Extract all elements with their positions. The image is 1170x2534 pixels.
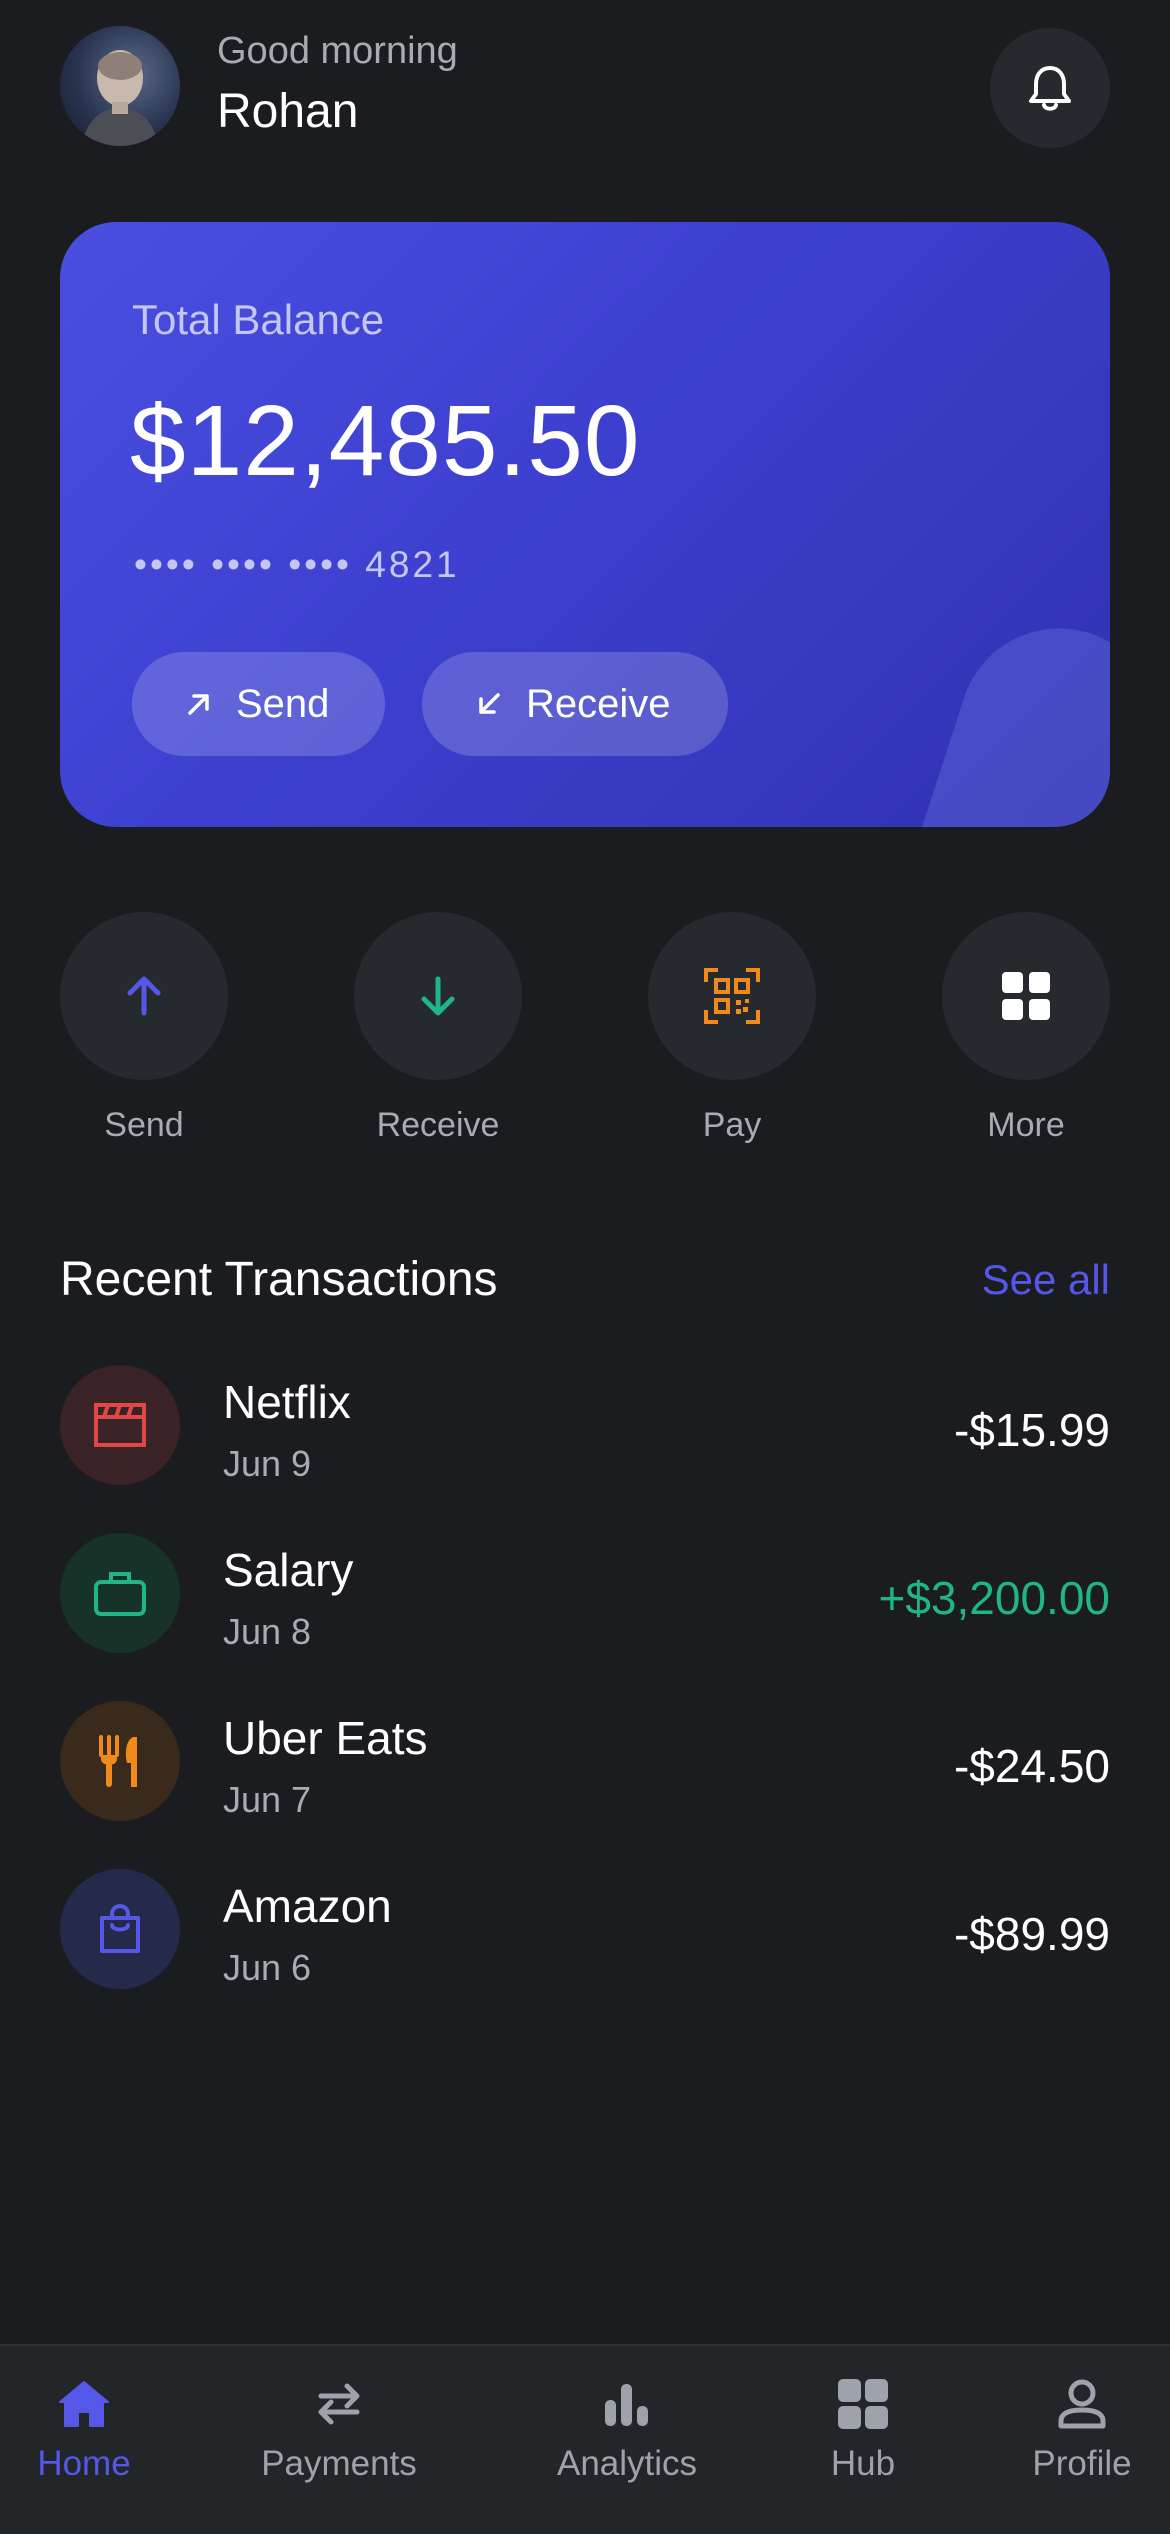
quick-action-send-circle[interactable] (60, 912, 228, 1080)
transaction-date: Jun 7 (223, 1779, 312, 1820)
avatar[interactable] (60, 26, 180, 146)
tab-bar: Home Payments Analytics Hub Profile (0, 2344, 1170, 2534)
transaction-date: Jun 6 (223, 1947, 312, 1988)
transaction-row[interactable]: Netflix Jun 9 -$15.99 (60, 1365, 1110, 1489)
quick-action-more-label: More (987, 1106, 1065, 1144)
transaction-icon (60, 1701, 180, 1821)
transaction-icon (60, 1533, 180, 1653)
transaction-name: Amazon (223, 1880, 392, 1932)
transaction-row[interactable]: Amazon Jun 6 -$89.99 (60, 1869, 1110, 1993)
quick-action-receive-label: Receive (376, 1106, 500, 1144)
header: Good morning Rohan (60, 26, 1110, 150)
quick-action-more[interactable]: More (942, 912, 1110, 1145)
transaction-icon (60, 1869, 180, 1989)
transaction-date: Jun 9 (223, 1443, 312, 1484)
arrow-down-icon (421, 976, 455, 1016)
see-all-link[interactable]: See all (982, 1256, 1110, 1304)
clapperboard-icon (94, 1403, 146, 1447)
shopping-bag-icon (100, 1903, 140, 1953)
tab-home[interactable]: Home (34, 2378, 134, 2484)
grid-icon (838, 2379, 888, 2429)
tab-payments[interactable]: Payments (254, 2378, 424, 2484)
card-send-label: Send (236, 681, 330, 726)
quick-action-pay-label: Pay (702, 1106, 762, 1144)
quick-action-send-label: Send (104, 1106, 184, 1144)
arrow-up-icon (127, 976, 161, 1016)
transaction-date: Jun 8 (223, 1611, 312, 1652)
transaction-amount: +$3,200.00 (878, 1572, 1110, 1624)
quick-action-pay-circle[interactable] (648, 912, 816, 1080)
arrow-down-left-icon (479, 693, 500, 714)
card-decoration (914, 602, 1110, 827)
tab-analytics[interactable]: Analytics (547, 2378, 707, 2484)
transaction-name: Netflix (223, 1376, 351, 1428)
transaction-icon (60, 1365, 180, 1485)
section-title: Recent Transactions (60, 1253, 498, 1306)
balance-card[interactable]: Total Balance $12,485.50 •••• •••• •••• … (60, 222, 1110, 827)
tab-profile[interactable]: Profile (1022, 2378, 1142, 2484)
user-name: Rohan (217, 85, 359, 138)
card-receive-button[interactable]: Receive (422, 652, 728, 756)
quick-action-more-circle[interactable] (942, 912, 1110, 1080)
quick-actions: Send Receive Pay More (0, 912, 1170, 1152)
card-number: •••• •••• •••• 4821 (134, 544, 460, 585)
home-icon (59, 2381, 109, 2427)
card-receive-label: Receive (526, 681, 671, 726)
tab-hub[interactable]: Hub (818, 2378, 908, 2484)
tab-payments-label: Payments (261, 2444, 417, 2483)
quick-action-pay[interactable]: Pay (648, 912, 816, 1145)
tab-profile-label: Profile (1032, 2444, 1132, 2483)
grid-icon (1002, 972, 1050, 1020)
transaction-amount: -$24.50 (953, 1740, 1110, 1792)
tab-hub-label: Hub (830, 2444, 896, 2483)
transaction-row[interactable]: Uber Eats Jun 7 -$24.50 (60, 1701, 1110, 1825)
bar-chart-icon (605, 2384, 648, 2426)
utensils-icon (99, 1735, 137, 1787)
transaction-amount: -$89.99 (953, 1908, 1110, 1960)
balance-amount: $12,485.50 (130, 385, 641, 497)
transaction-name: Uber Eats (223, 1712, 428, 1764)
tab-home-label: Home (37, 2444, 131, 2483)
arrow-up-right-icon (188, 694, 209, 715)
quick-action-receive[interactable]: Receive (354, 912, 522, 1145)
user-photo-icon (82, 50, 158, 146)
transaction-row[interactable]: Salary Jun 8 +$3,200.00 (60, 1533, 1110, 1657)
balance-label: Total Balance (132, 296, 385, 343)
user-icon (1058, 2379, 1106, 2429)
card-send-button[interactable]: Send (132, 652, 385, 756)
bell-icon (1029, 66, 1071, 111)
quick-action-send[interactable]: Send (60, 912, 228, 1145)
quick-action-receive-circle[interactable] (354, 912, 522, 1080)
transaction-amount: -$15.99 (953, 1404, 1110, 1456)
transaction-name: Salary (223, 1544, 354, 1596)
notifications-button[interactable] (990, 28, 1110, 148)
transfer-arrows-icon (318, 2383, 360, 2425)
qr-code-icon (704, 968, 760, 1024)
greeting-text: Good morning (217, 30, 458, 72)
briefcase-icon (94, 1572, 146, 1616)
tab-analytics-label: Analytics (556, 2444, 698, 2483)
